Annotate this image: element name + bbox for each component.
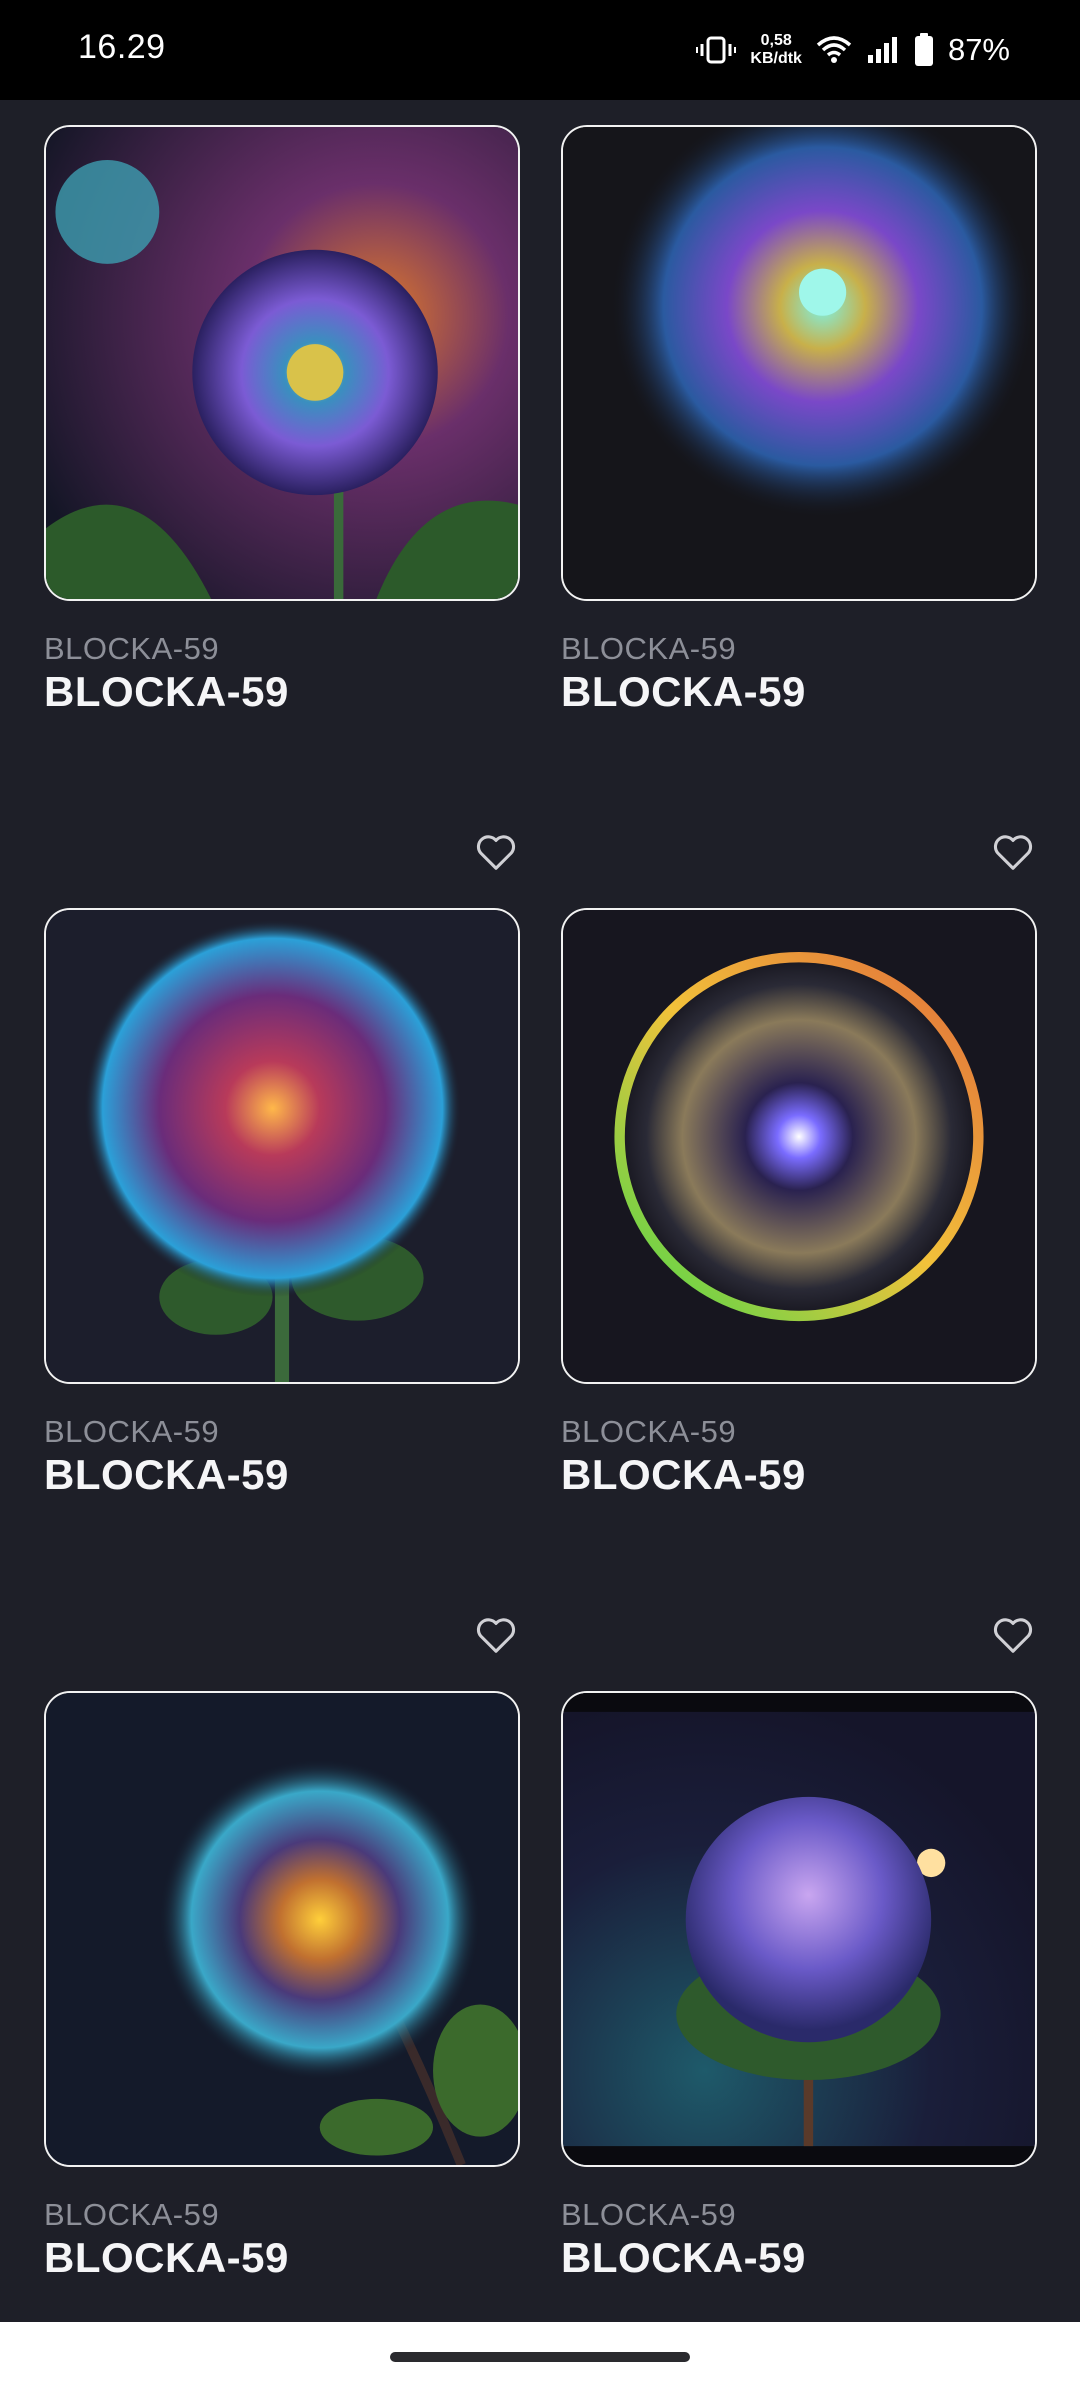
gallery-card[interactable]: BLOCKA-59 BLOCKA-59: [561, 125, 1037, 745]
cellular-signal-icon: [866, 35, 900, 65]
vibrate-icon: [696, 35, 737, 65]
card-image[interactable]: [44, 908, 520, 1384]
card-subtitle: BLOCKA-59: [44, 2197, 220, 2232]
card-title: BLOCKA-59: [561, 1451, 806, 1498]
card-title: BLOCKA-59: [44, 2234, 289, 2281]
card-title: BLOCKA-59: [44, 1451, 289, 1498]
heart-outline-icon[interactable]: [473, 1611, 519, 1657]
gallery-card[interactable]: BLOCKA-59 BLOCKA-59: [44, 125, 520, 745]
battery-percent: 87%: [947, 32, 1010, 67]
gallery-card[interactable]: BLOCKA-59 BLOCKA-59: [44, 1691, 520, 2322]
network-speed-unit: KB/dtk: [750, 50, 802, 67]
heart-outline-icon[interactable]: [990, 1611, 1036, 1657]
network-speed-value: 0,58: [760, 32, 792, 49]
status-time: 16.29: [78, 28, 166, 66]
status-bar: 16.29 0,58 KB/dtk 87%: [0, 0, 1080, 100]
home-indicator[interactable]: [390, 2352, 690, 2362]
card-title: BLOCKA-59: [561, 668, 806, 715]
gallery-card[interactable]: BLOCKA-59 BLOCKA-59: [44, 908, 520, 1528]
gallery-grid: BLOCKA-59 BLOCKA-59 BLOCKA-59 BLOCKA-59 …: [0, 100, 1080, 2322]
card-subtitle: BLOCKA-59: [561, 2197, 737, 2232]
card-image[interactable]: [44, 1691, 520, 2167]
card-image[interactable]: [561, 908, 1037, 1384]
heart-outline-icon[interactable]: [990, 828, 1036, 874]
card-image[interactable]: [561, 125, 1037, 601]
card-image[interactable]: [561, 1691, 1037, 2167]
card-subtitle: BLOCKA-59: [44, 631, 220, 666]
gesture-navigation-bar: [0, 2322, 1080, 2388]
card-image[interactable]: [44, 125, 520, 601]
status-icons: 0,58 KB/dtk 87%: [696, 26, 1010, 74]
card-subtitle: BLOCKA-59: [561, 1414, 737, 1449]
network-speed: 0,58 KB/dtk: [750, 32, 802, 68]
card-title: BLOCKA-59: [561, 2234, 806, 2281]
wifi-icon: [816, 35, 852, 65]
gallery-card[interactable]: BLOCKA-59 BLOCKA-59: [561, 1691, 1037, 2322]
card-subtitle: BLOCKA-59: [44, 1414, 220, 1449]
heart-outline-icon[interactable]: [473, 828, 519, 874]
card-subtitle: BLOCKA-59: [561, 631, 737, 666]
gallery-card[interactable]: BLOCKA-59 BLOCKA-59: [561, 908, 1037, 1528]
battery-icon: [914, 33, 934, 67]
card-title: BLOCKA-59: [44, 668, 289, 715]
